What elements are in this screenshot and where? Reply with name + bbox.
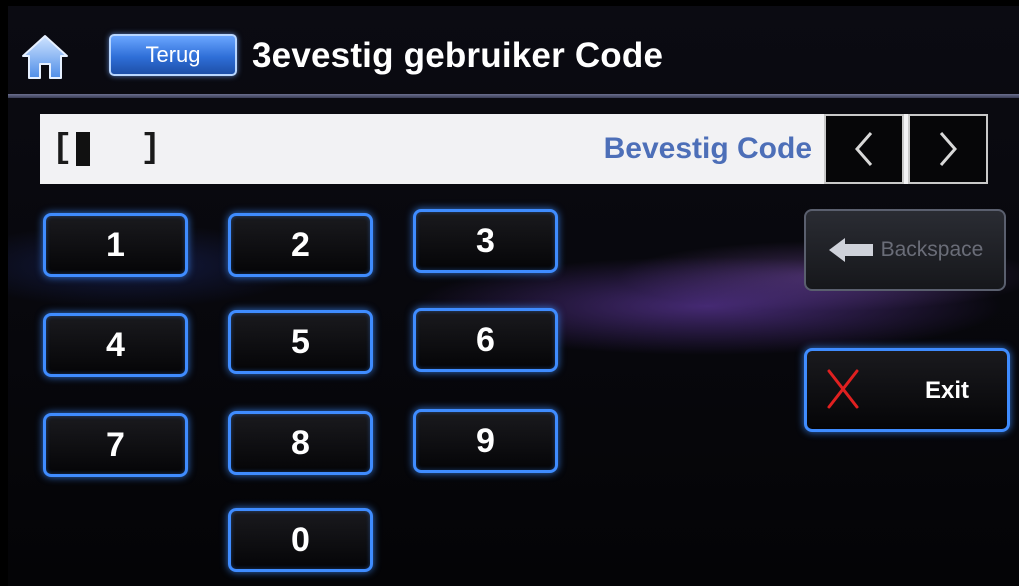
header-divider xyxy=(8,94,1019,98)
key-3[interactable]: 3 xyxy=(413,209,558,273)
key-5[interactable]: 5 xyxy=(228,310,373,374)
code-open-bracket: [ xyxy=(52,130,73,168)
key-8[interactable]: 8 xyxy=(228,411,373,475)
code-field[interactable]: [ ] xyxy=(52,128,161,170)
key-6[interactable]: 6 xyxy=(413,308,558,372)
backspace-button[interactable]: Backspace xyxy=(804,209,1006,291)
home-icon xyxy=(22,35,68,79)
key-1[interactable]: 1 xyxy=(43,213,188,277)
page-title: 3evestig gebruiker Code xyxy=(252,36,664,75)
exit-label: Exit xyxy=(925,377,970,404)
key-2[interactable]: 2 xyxy=(228,213,373,277)
key-7[interactable]: 7 xyxy=(43,413,188,477)
backspace-label: Backspace xyxy=(880,238,984,261)
next-button[interactable] xyxy=(908,114,988,184)
code-label: Bevestig Code xyxy=(603,132,812,165)
code-close-bracket: ] xyxy=(140,130,161,168)
key-0[interactable]: 0 xyxy=(228,508,373,572)
chevron-right-icon xyxy=(939,132,957,166)
exit-button[interactable]: Exit xyxy=(804,348,1010,432)
text-cursor xyxy=(76,132,91,166)
home-button[interactable] xyxy=(20,32,70,82)
code-entry-bar: [ ] Bevestig Code xyxy=(40,114,988,184)
prev-button[interactable] xyxy=(824,114,904,184)
key-4[interactable]: 4 xyxy=(43,313,188,377)
close-x-icon xyxy=(827,369,859,409)
back-button[interactable]: Terug xyxy=(109,34,237,76)
header: Terug 3evestig gebruiker Code xyxy=(8,6,1019,94)
arrow-left-icon xyxy=(828,238,873,262)
key-9[interactable]: 9 xyxy=(413,409,558,473)
screen: Terug 3evestig gebruiker Code [ ] Bevest… xyxy=(8,6,1019,586)
chevron-left-icon xyxy=(855,132,873,166)
